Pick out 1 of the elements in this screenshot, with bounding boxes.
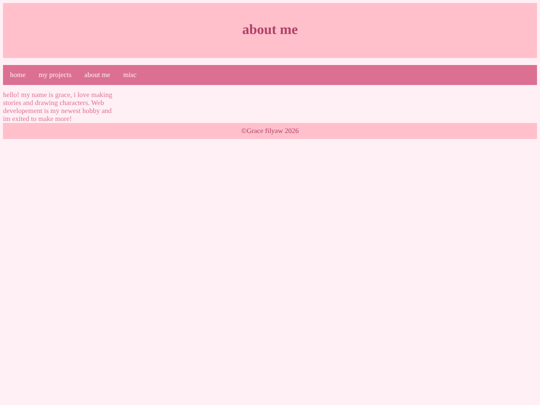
page-title: about me [242, 22, 298, 38]
